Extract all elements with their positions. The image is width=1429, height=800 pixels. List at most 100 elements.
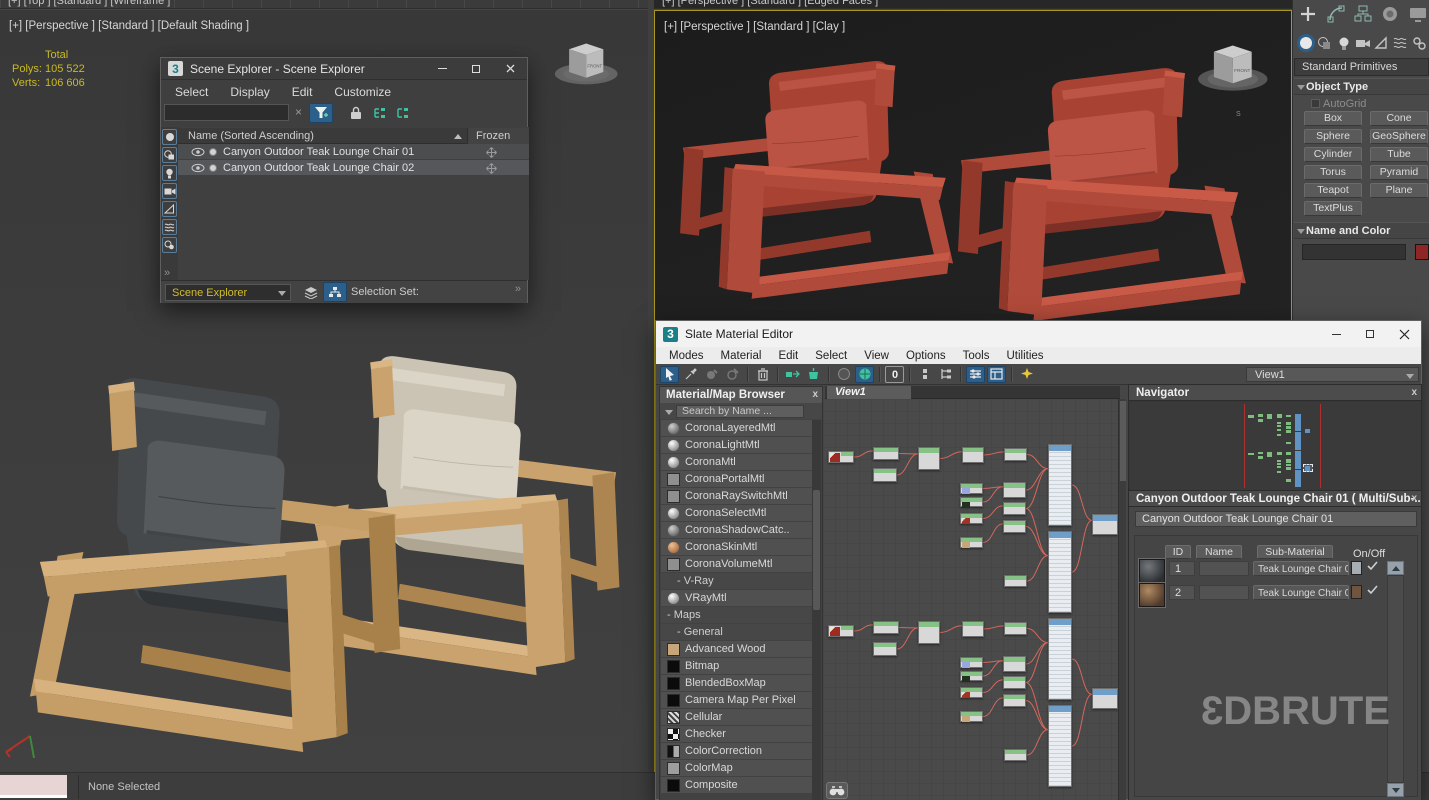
material-list-item[interactable]: CoronaVolumeMtl: [661, 556, 813, 572]
pick-material-icon[interactable]: [702, 366, 721, 383]
primitive-category-dropdown[interactable]: Standard Primitives: [1294, 58, 1429, 76]
object-name[interactable]: Canyon Outdoor Teak Lounge Chair 02: [223, 162, 414, 174]
material-node[interactable]: [960, 483, 983, 494]
lock-icon[interactable]: [344, 103, 368, 123]
material-node[interactable]: [873, 447, 899, 460]
material-node[interactable]: [1048, 531, 1072, 613]
show-map-in-viewport-on-icon[interactable]: [855, 366, 874, 383]
material-node[interactable]: [960, 657, 983, 668]
slate-menu-tools[interactable]: Tools: [963, 350, 990, 362]
browser-search-input[interactable]: Search by Name ...: [676, 405, 804, 418]
close-button[interactable]: [493, 58, 527, 80]
material-node[interactable]: [1003, 520, 1026, 533]
material-list-item[interactable]: Camera Map Per Pixel: [661, 692, 813, 708]
browser-scrollbar[interactable]: [812, 420, 821, 800]
viewport-label[interactable]: [+] [Perspective ] [Standard ] [Clay ]: [664, 21, 845, 33]
slate-menu-material[interactable]: Material: [721, 350, 762, 362]
top-viewport-strip[interactable]: [+] [Top ] [Standard ] [Wireframe ]: [0, 0, 648, 9]
grid-header[interactable]: Name (Sorted Ascending) Frozen: [178, 128, 529, 144]
display-lights-icon[interactable]: [162, 165, 177, 181]
maximize-button[interactable]: [459, 58, 493, 80]
slate-titlebar[interactable]: 3 Slate Material Editor: [656, 321, 1421, 347]
show-children-icon[interactable]: [915, 366, 934, 383]
submaterial-column-button[interactable]: Sub-Material: [1257, 545, 1333, 559]
toolbar-overflow-chevron[interactable]: »: [164, 267, 170, 279]
tab-view1[interactable]: View1: [827, 386, 911, 399]
show-map-in-viewport-off-icon[interactable]: [834, 366, 853, 383]
material-list-item[interactable]: CoronaLightMtl: [661, 437, 813, 453]
primitive-button-textplus[interactable]: TextPlus: [1304, 201, 1362, 216]
material-node[interactable]: [1004, 448, 1027, 461]
material-node[interactable]: [828, 451, 854, 463]
submaterial-onoff-checkbox[interactable]: [1367, 560, 1378, 574]
submaterial-name-field[interactable]: [1199, 585, 1249, 600]
display-helpers-icon[interactable]: [162, 201, 177, 217]
material-list-item[interactable]: ColorMap: [661, 760, 813, 776]
show-end-result-icon[interactable]: 0: [885, 366, 904, 383]
minimize-button[interactable]: [425, 58, 459, 80]
menu-display[interactable]: Display: [230, 85, 269, 99]
material-node[interactable]: [1003, 656, 1026, 672]
hierarchy-view-icon[interactable]: [323, 282, 347, 302]
material-node[interactable]: [960, 711, 983, 722]
material-node[interactable]: [1092, 514, 1118, 535]
submaterial-color-swatch[interactable]: [1351, 585, 1362, 599]
submaterial-preview[interactable]: [1139, 559, 1165, 583]
display-cameras-icon[interactable]: [162, 183, 177, 199]
display-bones-icon[interactable]: [162, 237, 177, 253]
table-row[interactable]: Canyon Outdoor Teak Lounge Chair 02: [178, 160, 529, 176]
scene-explorer-titlebar[interactable]: 3 Scene Explorer - Scene Explorer: [161, 58, 527, 80]
material-list-item[interactable]: ColorCorrection: [661, 743, 813, 759]
material-node[interactable]: [962, 447, 984, 463]
material-name-field[interactable]: Canyon Outdoor Teak Lounge Chair 01: [1135, 511, 1417, 527]
primitive-button-box[interactable]: Box: [1304, 111, 1362, 126]
view-selector-dropdown[interactable]: View1: [1246, 367, 1419, 382]
scrollbar-thumb[interactable]: [813, 490, 820, 610]
material-node[interactable]: [960, 671, 983, 681]
material-node[interactable]: [1004, 622, 1027, 635]
submaterial-button[interactable]: Teak Lounge Chair 01 fabr: [1253, 561, 1349, 576]
material-list-item[interactable]: BlendedBoxMap: [661, 675, 813, 691]
assign-material-to-selection-icon[interactable]: [783, 366, 802, 383]
geometry-category-icon[interactable]: [1297, 34, 1315, 52]
slate-material-editor-window[interactable]: 3 Slate Material Editor ModesMaterialEdi…: [655, 320, 1422, 800]
slate-menu-edit[interactable]: Edit: [778, 350, 798, 362]
material-node[interactable]: [1048, 618, 1072, 700]
material-node[interactable]: [918, 447, 940, 470]
submaterial-onoff-checkbox[interactable]: [1367, 584, 1378, 598]
autogrid-checkbox[interactable]: [1311, 99, 1320, 108]
spacewarps-category-icon[interactable]: [1391, 34, 1409, 52]
scene-explorer-search-input[interactable]: [164, 104, 289, 121]
explorer-preset-dropdown[interactable]: Scene Explorer: [165, 284, 291, 301]
table-row[interactable]: Canyon Outdoor Teak Lounge Chair 01: [178, 144, 529, 160]
primitive-button-cylinder[interactable]: Cylinder: [1304, 147, 1362, 162]
material-list-item[interactable]: VRayMtl: [661, 590, 813, 606]
helpers-category-icon[interactable]: [1372, 34, 1390, 52]
viewport-label[interactable]: [+] [Perspective ] [Standard ] [Default …: [9, 20, 249, 32]
material-node[interactable]: [960, 497, 983, 507]
browser-title[interactable]: Material/Map Browser x: [660, 387, 822, 403]
material-list-item[interactable]: CoronaSelectMtl: [661, 505, 813, 521]
frozen-toggle-icon[interactable]: [486, 147, 497, 161]
select-tool-icon[interactable]: [660, 366, 679, 383]
close-panel-icon[interactable]: x: [1411, 493, 1417, 504]
material-node[interactable]: [1092, 688, 1118, 709]
panel-toggle-icon[interactable]: [987, 366, 1006, 383]
material-group-header[interactable]: - Maps: [661, 607, 813, 623]
layers-icon[interactable]: [299, 282, 323, 302]
parameter-panel-title[interactable]: Canyon Outdoor Teak Lounge Chair 01 ( Mu…: [1129, 491, 1421, 507]
primitive-button-teapot[interactable]: Teapot: [1304, 183, 1362, 198]
scene-explorer-window[interactable]: 3 Scene Explorer - Scene Explorer Select…: [160, 57, 528, 303]
material-group-header[interactable]: - V-Ray: [661, 573, 813, 589]
material-list-item[interactable]: CoronaLayeredMtl: [661, 420, 813, 436]
display-tab-icon[interactable]: [1408, 2, 1428, 26]
primitive-button-geosphere[interactable]: GeoSphere: [1370, 129, 1428, 144]
material-list-item[interactable]: CoronaShadowCatc..: [661, 522, 813, 538]
browser-options-arrow-icon[interactable]: [665, 410, 673, 415]
cameras-category-icon[interactable]: [1354, 34, 1372, 52]
maxscript-mini-listener[interactable]: [0, 775, 67, 798]
visibility-eye-icon[interactable]: [191, 147, 205, 157]
shapes-category-icon[interactable]: [1316, 34, 1334, 52]
filter-funnel-icon[interactable]: [309, 103, 333, 123]
material-list-item[interactable]: Composite: [661, 777, 813, 793]
